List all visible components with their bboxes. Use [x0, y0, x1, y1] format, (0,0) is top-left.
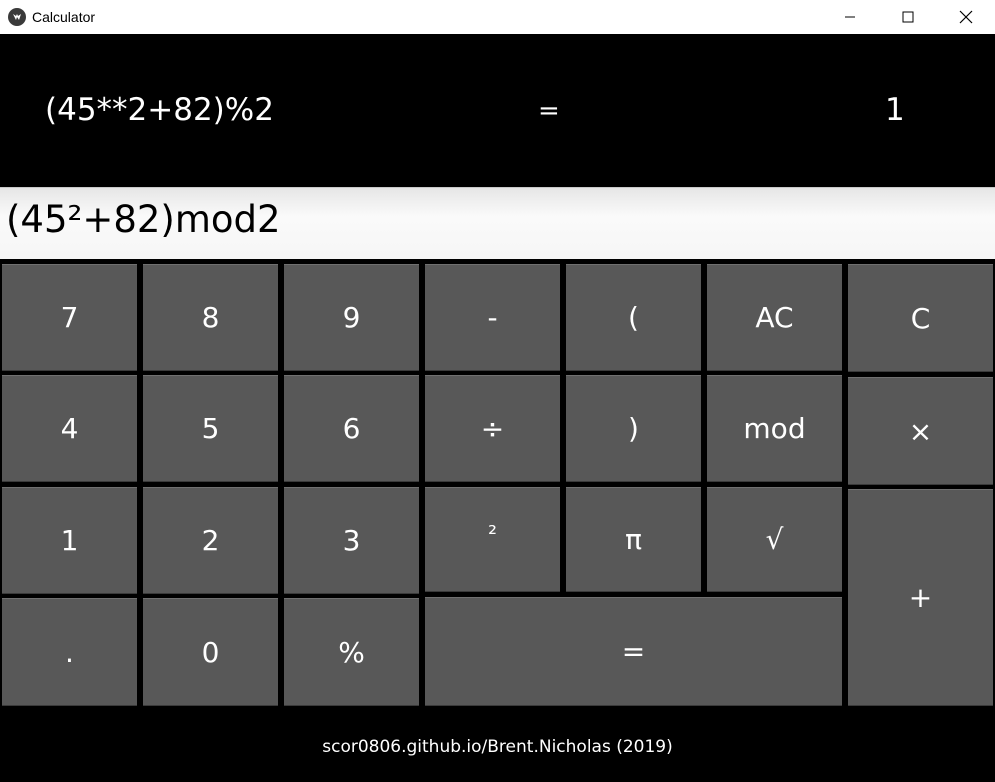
key-clear[interactable]: C — [848, 264, 993, 372]
key-square[interactable]: ² — [425, 487, 560, 592]
key-3[interactable]: 3 — [284, 487, 419, 594]
key-all-clear[interactable]: AC — [707, 264, 842, 371]
key-4[interactable]: 4 — [2, 375, 137, 482]
key-multiply[interactable]: × — [848, 377, 993, 485]
title-bar: Calculator — [0, 0, 995, 34]
key-9[interactable]: 9 — [284, 264, 419, 371]
key-percent[interactable]: % — [284, 598, 419, 706]
key-right-paren[interactable]: ) — [566, 375, 701, 482]
expression-input-text: (45²+82)mod2 — [6, 198, 281, 241]
key-2[interactable]: 2 — [143, 487, 278, 594]
equals-label: = — [538, 96, 560, 126]
key-7[interactable]: 7 — [2, 264, 137, 371]
key-plus[interactable]: + — [848, 489, 993, 706]
close-icon — [959, 10, 973, 24]
key-decimal[interactable]: . — [2, 598, 137, 706]
key-mod[interactable]: mod — [707, 375, 842, 482]
maximize-icon — [902, 11, 914, 23]
minimize-button[interactable] — [821, 0, 879, 34]
key-sqrt[interactable]: √ — [707, 487, 842, 592]
maximize-button[interactable] — [879, 0, 937, 34]
expression-input[interactable]: (45²+82)mod2 — [0, 187, 995, 259]
key-divide[interactable]: ÷ — [425, 375, 560, 482]
key-5[interactable]: 5 — [143, 375, 278, 482]
result-value: 1 — [885, 92, 905, 128]
key-pi[interactable]: π — [566, 487, 701, 592]
key-left-paren[interactable]: ( — [566, 264, 701, 371]
key-0[interactable]: 0 — [143, 598, 278, 706]
key-equals[interactable]: = — [425, 597, 842, 706]
key-6[interactable]: 6 — [284, 375, 419, 482]
calculator-window: Calculator (45**2+82)%2 = 1 (45²+82)mod2… — [0, 0, 995, 782]
result-display: (45**2+82)%2 = 1 — [0, 34, 995, 186]
window-title: Calculator — [32, 9, 96, 25]
kivy-logo-icon — [8, 8, 26, 26]
close-button[interactable] — [937, 0, 995, 34]
python-expression: (45**2+82)%2 — [45, 92, 274, 128]
credit-text: scor0806.github.io/Brent.Nicholas (2019) — [322, 737, 673, 757]
key-1[interactable]: 1 — [2, 487, 137, 594]
key-minus[interactable]: - — [425, 264, 560, 371]
minimize-icon — [845, 16, 855, 18]
key-8[interactable]: 8 — [143, 264, 278, 371]
